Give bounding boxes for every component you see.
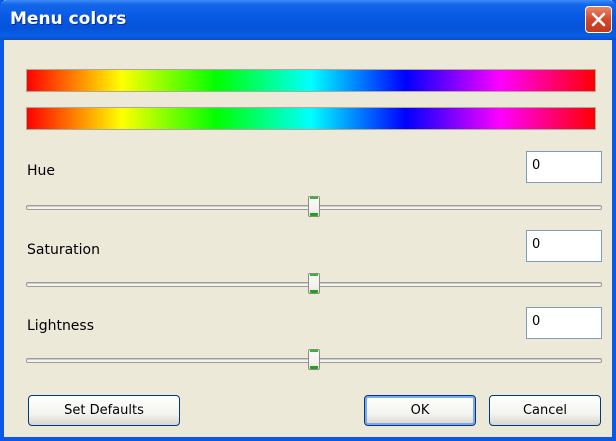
ok-button[interactable]: OK xyxy=(364,395,476,426)
saturation-label: Saturation xyxy=(27,242,100,258)
lightness-slider-thumb[interactable] xyxy=(308,349,320,370)
lightness-input[interactable]: 0 xyxy=(526,307,602,339)
hue-slider[interactable] xyxy=(26,196,602,220)
saturation-input[interactable]: 0 xyxy=(526,230,602,262)
hue-input[interactable]: 0 xyxy=(526,151,602,183)
lightness-slider[interactable] xyxy=(26,349,602,373)
window-title: Menu colors xyxy=(10,9,127,29)
adjusted-color-spectrum xyxy=(26,107,596,130)
original-color-spectrum xyxy=(26,69,596,92)
close-icon xyxy=(591,12,606,27)
set-defaults-button[interactable]: Set Defaults xyxy=(28,395,180,426)
hue-label: Hue xyxy=(27,163,56,179)
hue-slider-thumb[interactable] xyxy=(308,196,320,217)
close-button[interactable] xyxy=(585,6,612,33)
cancel-button[interactable]: Cancel xyxy=(489,395,601,426)
title-bar[interactable]: Menu colors xyxy=(0,0,616,40)
lightness-label: Lightness xyxy=(27,318,95,334)
saturation-slider-thumb[interactable] xyxy=(308,273,320,294)
saturation-slider[interactable] xyxy=(26,273,602,297)
menu-colors-dialog: Menu colors Hue 0 Saturation 0 Lightness… xyxy=(0,0,616,441)
